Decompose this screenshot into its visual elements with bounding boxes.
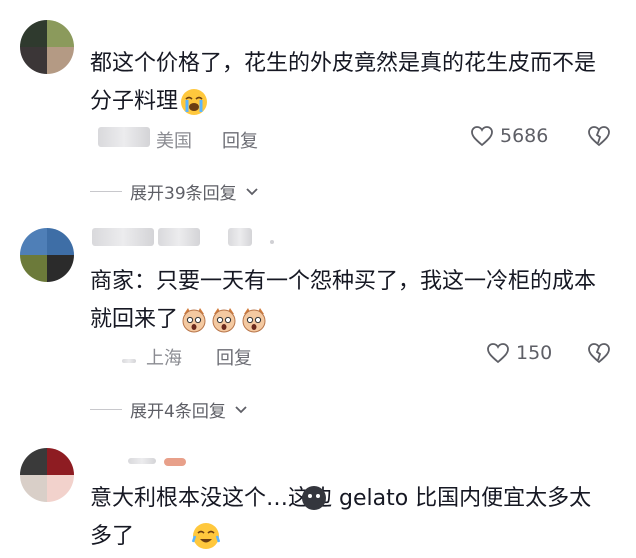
decorative-dot: [270, 240, 274, 244]
avatar[interactable]: [20, 448, 74, 502]
username-blurred[interactable]: [122, 359, 136, 363]
dark-blob-emoji: [302, 486, 326, 510]
comment-location: 上海: [146, 348, 182, 369]
dog-face-emoji: [212, 308, 236, 333]
username-decoration: [164, 458, 186, 466]
divider-line: [90, 191, 122, 192]
dislike-button[interactable]: [587, 125, 611, 151]
comment-body: 都这个价格了，花生的外皮竟然是真的花生皮而不是分子料理: [90, 51, 597, 114]
broken-heart-icon: [588, 343, 610, 364]
username-blurred[interactable]: [98, 127, 150, 147]
avatar[interactable]: [20, 228, 74, 282]
comment-body: 意大利根本没这个…这边 gelato 比国内便宜太多太多了: [90, 486, 592, 549]
dislike-button[interactable]: [587, 342, 611, 368]
expand-label: 展开4条回复: [130, 402, 226, 422]
comment-text: 都这个价格了，花生的外皮竟然是真的花生皮而不是分子料理: [90, 45, 610, 121]
heart-outline-icon: [471, 126, 493, 147]
tearful-laugh-emoji: [192, 523, 220, 549]
comment-text: 意大利根本没这个…这边 gelato 比国内便宜太多太多了: [90, 480, 610, 556]
comment-text: 商家：只要一天有一个怨种买了，我这一冷柜的成本就回来了: [90, 263, 610, 339]
heart-outline-icon: [487, 343, 509, 364]
like-button[interactable]: 5686: [470, 125, 548, 147]
username-blurred[interactable]: [128, 458, 156, 464]
divider-line: [90, 409, 122, 410]
avatar[interactable]: [20, 20, 74, 74]
broken-heart-icon: [588, 126, 610, 147]
like-count: 150: [516, 342, 553, 364]
reply-button[interactable]: 回复: [216, 344, 252, 370]
comment-body: 商家：只要一天有一个怨种买了，我这一冷柜的成本就回来了: [90, 269, 597, 332]
username-blurred: [228, 228, 252, 246]
expand-replies[interactable]: 展开39条回复: [90, 179, 259, 204]
dog-face-emoji: [242, 308, 266, 333]
comment-location: 美国: [156, 131, 192, 152]
dog-face-emoji: [182, 308, 206, 333]
like-button[interactable]: 150: [486, 342, 552, 364]
expand-label: 展开39条回复: [130, 184, 237, 204]
expand-replies[interactable]: 展开4条回复: [90, 397, 248, 422]
like-count: 5686: [500, 125, 549, 147]
crying-face-emoji: [181, 89, 208, 115]
username-blurred[interactable]: [92, 228, 154, 246]
chevron-down-icon: [246, 187, 258, 195]
reply-button[interactable]: 回复: [222, 127, 258, 153]
username-blurred: [158, 228, 200, 246]
chevron-down-icon: [235, 405, 247, 413]
